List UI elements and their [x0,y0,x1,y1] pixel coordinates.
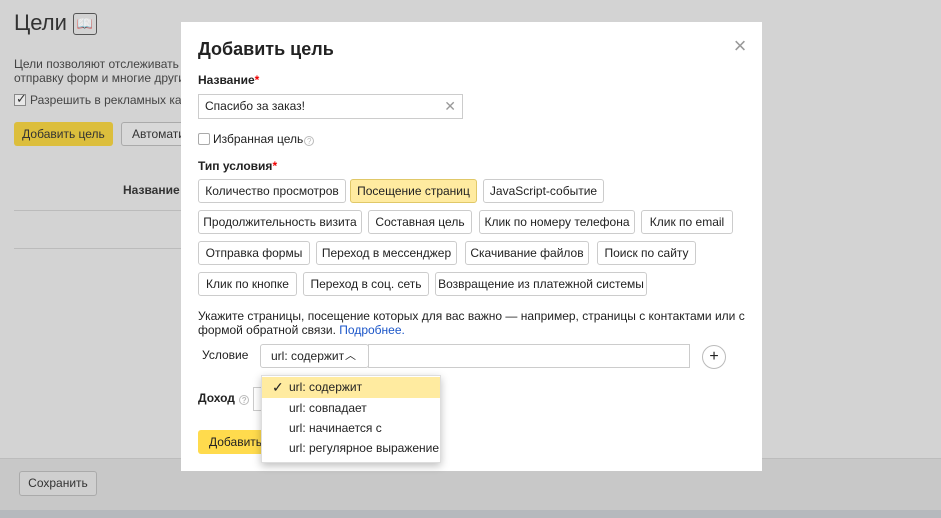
help-icon[interactable]: ? [239,395,250,405]
dropdown-option[interactable]: url: начинается с [262,418,440,439]
condition-chip-button-click[interactable]: Клик по кнопке [198,272,297,296]
more-link[interactable]: Подробнее. [339,323,405,337]
condition-chip-payment-return[interactable]: Возвращение из платежной системы [435,272,647,296]
checkbox-checked-icon[interactable] [14,91,27,107]
condition-chip-phone-click[interactable]: Клик по номеру телефона [479,210,635,234]
condition-select[interactable]: url: содержит ︿ [260,344,369,368]
condition-chip-social[interactable]: Переход в соц. сеть [303,272,429,296]
add-button[interactable]: Добавить [198,430,268,454]
condition-select-value: url: содержит [271,349,345,363]
chevron-up-icon: ︿ [345,350,356,362]
allow-ads-label: Разрешить в рекламных камп [30,93,197,107]
favorite-label: Избранная цель [213,132,304,146]
condition-dropdown: ✓ url: содержит url: совпадает url: начин… [261,375,441,463]
add-goal-button-bg[interactable]: Добавить цель [14,122,113,146]
goal-name-value: Спасибо за заказ! [205,99,305,113]
condition-label: Условие [202,348,249,362]
condition-type-label: Тип условия* [198,159,277,173]
dropdown-option[interactable]: url: регулярное выражение [262,438,440,459]
add-condition-button[interactable]: + [702,345,726,369]
allow-ads-checkbox[interactable]: Разрешить в рекламных камп [14,91,197,107]
income-label-text: Доход [198,391,235,405]
condition-chip-messenger[interactable]: Переход в мессенджер [316,241,457,265]
goal-name-input[interactable]: Спасибо за заказ! ✕ [198,94,463,119]
bottom-strip [0,510,941,518]
modal-title: Добавить цель [198,39,334,59]
hint-body: Укажите страницы, посещение которых для … [198,309,745,337]
dropdown-option[interactable]: ✓ url: содержит [262,377,440,398]
page-description-line2: отправку форм и многие другие [14,71,184,85]
close-icon[interactable]: × [730,35,750,57]
condition-value-input[interactable] [368,344,690,368]
dropdown-option-label: url: содержит [289,380,363,394]
condition-chip-site-search[interactable]: Поиск по сайту [597,241,696,265]
condition-chip-email-click[interactable]: Клик по email [641,210,733,234]
condition-chip-visit-duration[interactable]: Продолжительность визита [198,210,362,234]
book-icon[interactable]: 📖 [73,13,97,35]
condition-type-label-text: Тип условия [198,159,273,173]
favorite-checkbox[interactable]: Избранная цель? [198,132,315,146]
required-mark: * [254,73,260,87]
dropdown-option-label: url: совпадает [289,401,367,415]
dropdown-option-label: url: регулярное выражение [289,441,439,455]
required-mark: * [272,159,278,173]
page-title: Цели [14,10,67,35]
dropdown-option[interactable]: url: совпадает [262,398,440,419]
dropdown-option-label: url: начинается с [289,421,382,435]
condition-chip-form-submit[interactable]: Отправка формы [198,241,310,265]
help-icon[interactable]: ? [304,136,315,146]
condition-chip-file-download[interactable]: Скачивание файлов [465,241,589,265]
divider [14,248,184,249]
hint-text: Укажите страницы, посещение которых для … [198,309,753,337]
page-description: Цели позволяют отслеживать ва отправку ф… [14,57,184,85]
clear-icon[interactable]: ✕ [444,95,456,118]
divider [14,210,184,211]
checkbox-icon[interactable] [198,133,210,145]
condition-chip-composite[interactable]: Составная цель [368,210,472,234]
name-label: Название* [198,73,259,87]
condition-chip-views[interactable]: Количество просмотров [198,179,346,203]
condition-chip-page-visit[interactable]: Посещение страниц [350,179,477,203]
page-description-line1: Цели позволяют отслеживать ва [14,57,184,71]
income-label: Доход ? [198,391,250,405]
save-button[interactable]: Сохранить [19,471,97,496]
name-label-text: Название [198,73,255,87]
checkmark-icon: ✓ [272,379,284,395]
condition-chip-js-event[interactable]: JavaScript-событие [483,179,604,203]
